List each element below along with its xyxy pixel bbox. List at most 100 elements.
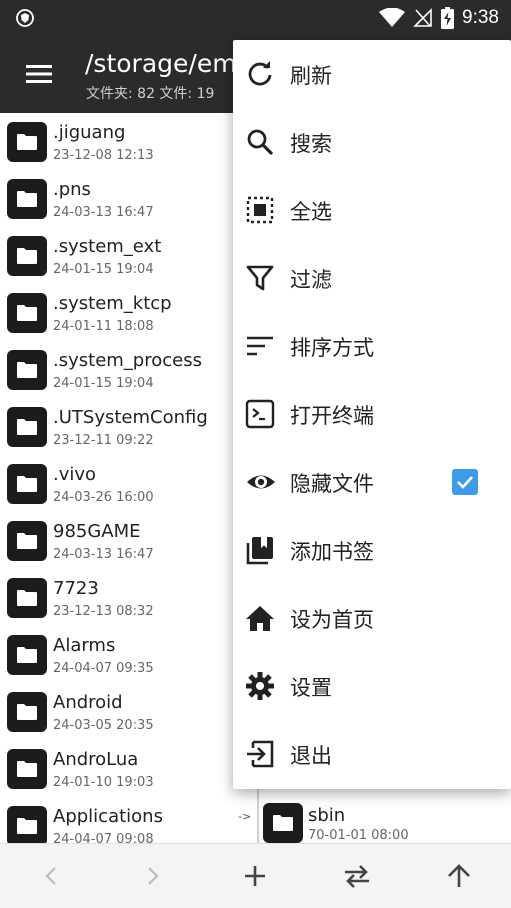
file-date: 24-03-26 16:00 <box>53 490 154 505</box>
file-name: Alarms <box>53 635 116 656</box>
overflow-menu: 刷新搜索全选过滤排序方式打开终端隐藏文件添加书签设为首页设置退出 <box>233 40 511 789</box>
no-signal-icon <box>413 8 432 27</box>
pane-arrow: -> <box>238 810 252 823</box>
menu-item-label: 搜索 <box>290 132 332 156</box>
file-name: .system_process <box>53 350 202 371</box>
file-name: .jiguang <box>53 122 126 143</box>
eye-icon <box>245 467 275 497</box>
add-button[interactable] <box>239 860 271 892</box>
refresh-icon <box>245 59 275 89</box>
list-item[interactable]: 985GAME 24-03-13 16:47 <box>0 512 258 569</box>
file-date: 23-12-13 08:32 <box>53 604 154 619</box>
search-icon <box>245 127 275 157</box>
file-date: 24-03-05 20:35 <box>53 718 154 733</box>
chevron-right-icon <box>148 867 159 885</box>
wifi-icon <box>379 8 406 27</box>
gear-icon <box>245 671 275 701</box>
file-name: .system_ext <box>53 236 162 257</box>
file-date: 24-01-10 19:03 <box>53 775 154 790</box>
menu-item[interactable]: 隐藏文件 <box>233 448 511 516</box>
list-item[interactable]: sbin 70-01-01 08:00 <box>259 788 511 845</box>
folder-icon <box>263 803 303 843</box>
menu-item[interactable]: 打开终端 <box>233 380 511 448</box>
folder-icon <box>7 350 47 390</box>
shield-icon <box>16 9 34 27</box>
folder-icon <box>7 407 47 447</box>
swap-icon <box>345 865 369 888</box>
select-all-icon <box>245 195 275 225</box>
battery-charging-icon <box>441 7 455 29</box>
menu-item[interactable]: 设为首页 <box>233 584 511 652</box>
exit-icon <box>245 739 275 769</box>
folder-icon <box>7 521 47 561</box>
list-item[interactable]: .pns 24-03-13 16:47 <box>0 170 258 227</box>
menu-item[interactable]: 排序方式 <box>233 312 511 380</box>
file-name: Android <box>53 692 123 713</box>
folder-icon <box>7 179 47 219</box>
file-name: Applications <box>53 806 163 827</box>
status-time: 9:38 <box>462 7 499 28</box>
arrow-up-icon <box>448 864 470 887</box>
folder-icon <box>7 122 47 162</box>
list-item[interactable]: .system_ext 24-01-15 19:04 <box>0 227 258 284</box>
menu-item-label: 设置 <box>290 676 332 700</box>
file-name: AndroLua <box>53 749 139 770</box>
menu-item[interactable]: 搜索 <box>233 108 511 176</box>
folder-icon <box>7 578 47 618</box>
folder-icon <box>7 293 47 333</box>
menu-item-label: 退出 <box>290 744 332 768</box>
swap-panes-button[interactable] <box>341 860 373 892</box>
status-bar: 9:38 <box>0 0 511 36</box>
bookmark-icon <box>245 535 275 565</box>
list-item[interactable]: .system_process 24-01-15 19:04 <box>0 341 258 398</box>
folder-icon <box>7 635 47 675</box>
file-name: .UTSystemConfig <box>53 407 208 428</box>
folder-icon <box>7 464 47 504</box>
file-date: 24-01-11 18:08 <box>53 319 154 334</box>
menu-item[interactable]: 全选 <box>233 176 511 244</box>
folder-icon <box>7 806 47 846</box>
home-icon <box>245 603 275 633</box>
folder-icon <box>7 236 47 276</box>
menu-item-label: 过滤 <box>290 268 332 292</box>
forward-button[interactable] <box>137 860 169 892</box>
folder-icon <box>7 692 47 732</box>
go-up-button[interactable] <box>443 860 475 892</box>
file-date: 24-03-13 16:47 <box>53 547 154 562</box>
list-item[interactable]: Alarms 24-04-07 09:35 <box>0 626 258 683</box>
hidden-files-checkbox[interactable] <box>452 469 478 495</box>
file-date: 23-12-08 12:13 <box>53 148 154 163</box>
menu-item[interactable]: 添加书签 <box>233 516 511 584</box>
file-date: 24-04-07 09:35 <box>53 661 154 676</box>
menu-item[interactable]: 退出 <box>233 720 511 788</box>
list-item[interactable]: .system_ktcp 24-01-11 18:08 <box>0 284 258 341</box>
file-date: 24-01-15 19:04 <box>53 376 154 391</box>
file-date: 70-01-01 08:00 <box>308 828 409 843</box>
folder-icon <box>7 749 47 789</box>
menu-item-label: 打开终端 <box>290 404 374 428</box>
folder-file-counts: 文件夹: 82 文件: 19 <box>86 86 215 102</box>
menu-item-label: 添加书签 <box>290 540 374 564</box>
menu-item[interactable]: 过滤 <box>233 244 511 312</box>
chevron-left-icon <box>45 867 56 885</box>
menu-item-label: 隐藏文件 <box>290 472 374 496</box>
menu-item-label: 排序方式 <box>290 336 374 360</box>
file-name: 7723 <box>53 578 99 599</box>
filter-icon <box>245 263 275 293</box>
hamburger-menu-icon[interactable] <box>24 61 54 87</box>
list-item[interactable]: .jiguang 23-12-08 12:13 <box>0 113 258 170</box>
menu-item[interactable]: 刷新 <box>233 40 511 108</box>
list-item[interactable]: AndroLua 24-01-10 19:03 <box>0 740 258 797</box>
file-list: .jiguang 23-12-08 12:13 .pns 24-03-13 16:47… <box>0 113 258 847</box>
back-button[interactable] <box>35 860 67 892</box>
file-name: .system_ktcp <box>53 293 172 314</box>
list-item[interactable]: 7723 23-12-13 08:32 <box>0 569 258 626</box>
list-item[interactable]: .vivo 24-03-26 16:00 <box>0 455 258 512</box>
menu-item-label: 设为首页 <box>290 608 374 632</box>
menu-item[interactable]: 设置 <box>233 652 511 720</box>
list-item[interactable]: Android 24-03-05 20:35 <box>0 683 258 740</box>
file-name: .pns <box>53 179 91 200</box>
list-item[interactable]: .UTSystemConfig 23-12-11 09:22 <box>0 398 258 455</box>
file-date: 24-01-15 19:04 <box>53 262 154 277</box>
file-name: .vivo <box>53 464 97 485</box>
